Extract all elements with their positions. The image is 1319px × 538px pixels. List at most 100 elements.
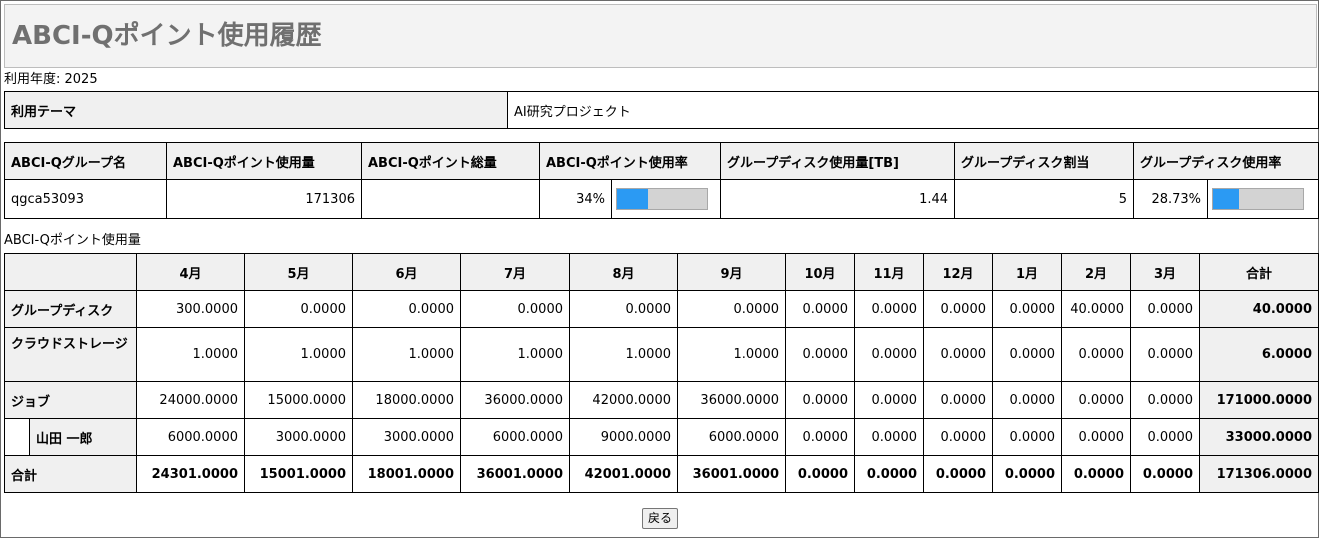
month-header: 1月 [992,253,1062,291]
usage-caption: ABCI-Qポイント使用量 [4,233,141,248]
usage-cell: 6000.0000 [136,418,245,456]
usage-cell: 3000.0000 [244,418,353,456]
row-total: 6.0000 [1199,327,1319,382]
sum-cell: 0.0000 [923,455,993,493]
usage-cell: 0.0000 [1130,381,1200,419]
indent-spacer [4,418,30,456]
usage-cell: 0.0000 [854,381,924,419]
month-header: 9月 [677,253,786,291]
header-disk-quota: グループディスク割当 [954,142,1135,180]
sum-cell: 18001.0000 [352,455,461,493]
theme-value: AI研究プロジェクト [507,91,1319,129]
disk-rate-progress-bar [1212,188,1305,210]
usage-cell: 0.0000 [352,290,461,328]
row-label: 山田 一郎 [29,418,137,456]
header-group-name: ABCI-Qグループ名 [4,142,167,180]
row-total: 33000.0000 [1199,418,1319,456]
theme-label: 利用テーマ [4,91,508,129]
usage-cell: 0.0000 [1061,418,1131,456]
sum-cell: 0.0000 [1130,455,1200,493]
usage-cell: 0.0000 [923,327,993,382]
usage-cell: 0.0000 [1061,327,1131,382]
sum-cell: 36001.0000 [677,455,786,493]
usage-cell: 0.0000 [1061,381,1131,419]
usage-row-disk: グループディスク 300.0000 0.0000 0.0000 0.0000 0… [4,290,1319,328]
usage-cell: 0.0000 [1130,290,1200,328]
row-label: ジョブ [4,381,137,419]
group-name: qgca53093 [4,179,167,219]
point-total-value [361,179,540,219]
usage-cell: 0.0000 [923,381,993,419]
row-total: 40.0000 [1199,290,1319,328]
usage-cell: 1.0000 [677,327,786,382]
row-label: クラウドストレージ [4,327,137,382]
usage-cell: 1.0000 [244,327,353,382]
month-header: 12月 [923,253,993,291]
usage-cell: 6000.0000 [460,418,570,456]
usage-row-cloud: クラウドストレージ 1.0000 1.0000 1.0000 1.0000 1.… [4,327,1319,382]
month-header: 4月 [136,253,245,291]
total-header: 合計 [1199,253,1319,291]
month-header: 11月 [854,253,924,291]
usage-cell: 0.0000 [244,290,353,328]
header-disk-rate: グループディスク使用率 [1133,142,1319,180]
disk-quota-value: 5 [954,179,1135,219]
disk-rate-progress-fill [1213,189,1239,209]
month-header: 5月 [244,253,353,291]
usage-cell: 0.0000 [992,327,1062,382]
usage-cell: 0.0000 [677,290,786,328]
sum-cell: 0.0000 [992,455,1062,493]
usage-cell: 0.0000 [854,327,924,382]
row-label: 合計 [4,455,137,493]
usage-cell: 0.0000 [992,418,1062,456]
usage-cell: 0.0000 [785,381,855,419]
row-total: 171000.0000 [1199,381,1319,419]
theme-table: 利用テーマ AI研究プロジェクト [4,91,1319,129]
usage-cell: 1.0000 [569,327,678,382]
usage-cell: 0.0000 [1130,418,1200,456]
point-rate-progress-bar [616,188,708,210]
usage-cell: 0.0000 [923,290,993,328]
point-used-value: 171306 [166,179,362,219]
usage-cell: 0.0000 [785,327,855,382]
point-rate-progress-fill [617,189,648,209]
page-frame: ABCI-Qポイント使用履歴 利用年度: 2025 利用テーマ AI研究プロジェ… [0,0,1319,538]
month-header: 10月 [785,253,855,291]
usage-cell: 3000.0000 [352,418,461,456]
sum-cell: 24301.0000 [136,455,245,493]
fiscal-year-label: 利用年度: 2025 [4,72,98,87]
sum-cell: 36001.0000 [460,455,570,493]
month-header: 2月 [1061,253,1131,291]
usage-cell: 15000.0000 [244,381,353,419]
point-rate-value: 34% [539,179,612,219]
sum-cell: 0.0000 [1061,455,1131,493]
usage-cell: 0.0000 [923,418,993,456]
usage-cell: 300.0000 [136,290,245,328]
usage-cell: 6000.0000 [677,418,786,456]
sum-cell: 0.0000 [785,455,855,493]
usage-row-job: ジョブ 24000.0000 15000.0000 18000.0000 360… [4,381,1319,419]
usage-cell: 0.0000 [992,290,1062,328]
usage-cell: 0.0000 [854,290,924,328]
usage-cell: 0.0000 [992,381,1062,419]
title-bar: ABCI-Qポイント使用履歴 [4,4,1317,68]
header-point-rate: ABCI-Qポイント使用率 [538,142,722,180]
usage-row-sum: 合計 24301.0000 15001.0000 18001.0000 3600… [4,455,1319,493]
month-header: 8月 [569,253,678,291]
header-point-used: ABCI-Qポイント使用量 [166,142,362,180]
usage-cell: 40.0000 [1061,290,1131,328]
month-header: 6月 [352,253,461,291]
sum-cell: 0.0000 [854,455,924,493]
usage-cell: 9000.0000 [569,418,678,456]
usage-row-user: 山田 一郎 6000.0000 3000.0000 3000.0000 6000… [4,418,1319,456]
usage-cell: 24000.0000 [136,381,245,419]
header-disk-used: グループディスク使用量[TB] [720,142,956,180]
header-point-total: ABCI-Qポイント総量 [361,142,540,180]
usage-table: 4月 5月 6月 7月 8月 9月 10月 11月 12月 1月 2月 3月 合… [4,253,1319,493]
usage-cell: 18000.0000 [352,381,461,419]
disk-rate-bar-cell [1207,179,1319,219]
usage-cell: 42000.0000 [569,381,678,419]
back-button[interactable]: 戻る [642,508,679,529]
group-summary-table: ABCI-Qグループ名 ABCI-Qポイント使用量 ABCI-Qポイント総量 A… [4,142,1319,219]
page-title: ABCI-Qポイント使用履歴 [12,21,322,51]
